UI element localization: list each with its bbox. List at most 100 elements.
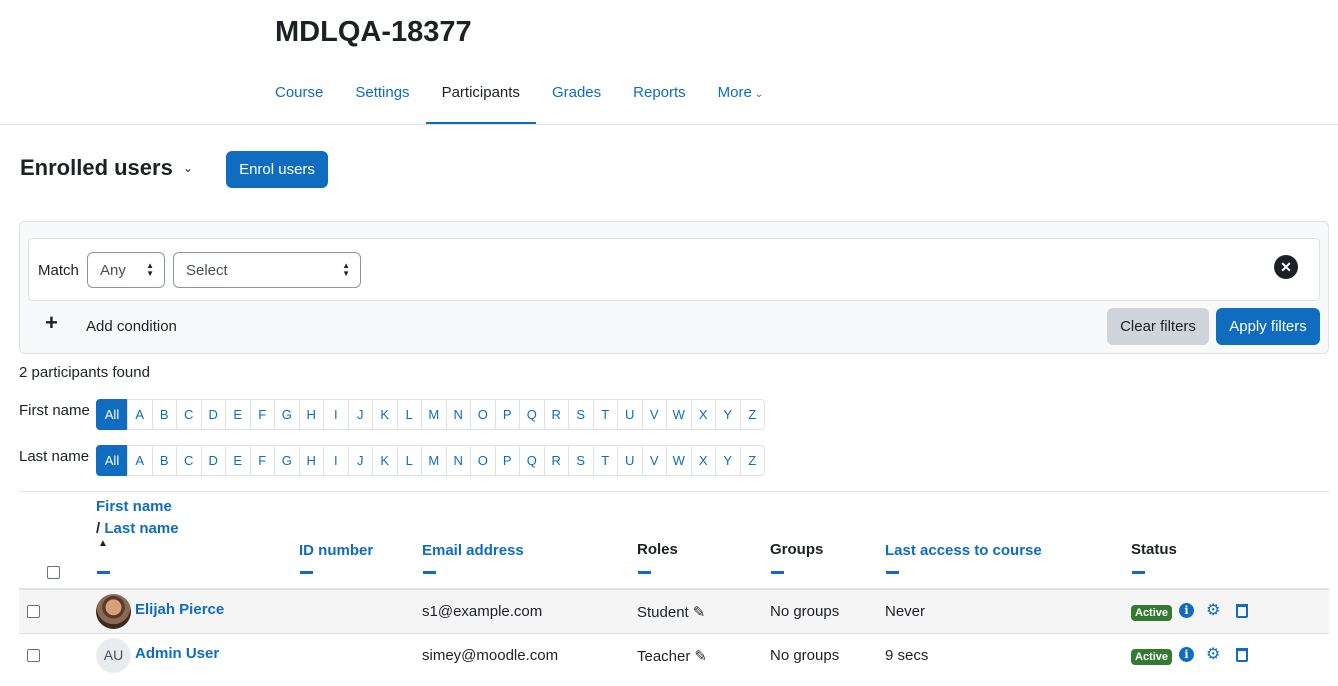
collapse-column-icon[interactable] — [638, 571, 651, 574]
initial-letter[interactable]: Y — [715, 399, 741, 430]
initial-letter[interactable]: X — [690, 445, 716, 476]
trash-icon[interactable] — [1236, 648, 1248, 662]
initial-letter[interactable]: G — [274, 399, 300, 430]
row-checkbox[interactable] — [27, 649, 40, 662]
initial-letter[interactable]: N — [445, 399, 471, 430]
collapse-column-icon[interactable] — [886, 571, 899, 574]
initial-all[interactable]: All — [96, 399, 128, 430]
initial-letter[interactable]: P — [494, 445, 520, 476]
remove-filter-icon[interactable]: ✕ — [1274, 255, 1298, 279]
role-cell: Teacher ✎ — [637, 647, 707, 665]
initial-letter[interactable]: I — [323, 399, 349, 430]
initial-letter[interactable]: C — [176, 445, 202, 476]
initial-letter[interactable]: H — [298, 445, 324, 476]
initial-letter[interactable]: B — [151, 399, 177, 430]
initial-letter[interactable]: H — [298, 399, 324, 430]
initial-letter[interactable]: Z — [739, 399, 765, 430]
initial-letter[interactable]: L — [396, 445, 422, 476]
role-cell: Student ✎ — [637, 603, 705, 621]
initial-letter[interactable]: T — [592, 399, 618, 430]
sort-last-name[interactable]: Last name — [104, 520, 178, 537]
row-checkbox[interactable] — [27, 605, 40, 618]
info-icon[interactable]: i — [1179, 603, 1194, 618]
initial-letter[interactable]: D — [200, 445, 226, 476]
initial-letter[interactable]: X — [690, 399, 716, 430]
select-all-checkbox[interactable] — [47, 566, 60, 579]
initial-all[interactable]: All — [96, 445, 128, 476]
groups-header: Groups — [770, 541, 824, 558]
initial-letter[interactable]: K — [372, 445, 398, 476]
collapse-column-icon[interactable] — [1132, 571, 1145, 574]
info-icon[interactable]: i — [1179, 647, 1194, 662]
tab-settings[interactable]: Settings — [339, 70, 425, 125]
collapse-column-icon[interactable] — [771, 571, 784, 574]
initial-letter[interactable]: N — [445, 445, 471, 476]
initial-letter[interactable]: R — [543, 445, 569, 476]
tab-grades[interactable]: Grades — [536, 70, 617, 125]
gear-icon[interactable]: ⚙ — [1206, 600, 1220, 620]
initial-letter[interactable]: S — [568, 399, 594, 430]
pencil-icon[interactable]: ✎ — [694, 648, 707, 665]
initial-letter[interactable]: S — [568, 445, 594, 476]
initial-letter[interactable]: Z — [739, 445, 765, 476]
sort-email[interactable]: Email address — [422, 542, 524, 559]
participant-name-link[interactable]: Admin User — [135, 645, 219, 662]
initial-letter[interactable]: V — [641, 399, 667, 430]
tab-reports[interactable]: Reports — [617, 70, 702, 125]
participant-name-link[interactable]: Elijah Pierce — [135, 601, 224, 618]
initial-letter[interactable]: W — [666, 445, 692, 476]
filter-type-select[interactable]: Select ▲ ▼ — [173, 252, 361, 288]
initial-letter[interactable]: E — [225, 399, 251, 430]
collapse-column-icon[interactable] — [423, 571, 436, 574]
apply-filters-button[interactable]: Apply filters — [1216, 308, 1320, 345]
tab-course[interactable]: Course — [259, 70, 339, 125]
initial-letter[interactable]: O — [470, 399, 496, 430]
sort-first-name[interactable]: First name — [96, 498, 172, 515]
add-condition-button[interactable]: Add condition — [86, 318, 177, 335]
initial-letter[interactable]: D — [200, 399, 226, 430]
sort-last-access[interactable]: Last access to course — [885, 542, 1042, 559]
initial-letter[interactable]: F — [249, 445, 275, 476]
initial-letter[interactable]: M — [421, 399, 447, 430]
match-select[interactable]: Any ▲ ▼ — [87, 252, 165, 288]
tab-participants[interactable]: Participants — [425, 70, 536, 125]
clear-filters-button[interactable]: Clear filters — [1107, 308, 1209, 345]
initial-letter[interactable]: O — [470, 445, 496, 476]
initial-letter[interactable]: J — [347, 445, 373, 476]
collapse-column-icon[interactable] — [97, 571, 110, 574]
initial-letter[interactable]: A — [127, 445, 153, 476]
initial-letter[interactable]: A — [127, 399, 153, 430]
initial-letter[interactable]: V — [641, 445, 667, 476]
initial-letter[interactable]: C — [176, 399, 202, 430]
initial-letter[interactable]: M — [421, 445, 447, 476]
initial-letter[interactable]: E — [225, 445, 251, 476]
initial-letter[interactable]: U — [617, 399, 643, 430]
trash-icon[interactable] — [1236, 604, 1248, 618]
initial-letter[interactable]: R — [543, 399, 569, 430]
tab-label: Grades — [551, 84, 602, 101]
initial-letter[interactable]: B — [151, 445, 177, 476]
initial-letter[interactable]: P — [494, 399, 520, 430]
initial-letter[interactable]: L — [396, 399, 422, 430]
last-name-initials-label: Last name — [19, 448, 90, 465]
initial-letter[interactable]: Q — [519, 399, 545, 430]
initial-letter[interactable]: U — [617, 445, 643, 476]
sort-id-number[interactable]: ID number — [299, 542, 373, 559]
gear-icon[interactable]: ⚙ — [1206, 644, 1220, 664]
initial-letter[interactable]: T — [592, 445, 618, 476]
page-heading-dropdown[interactable]: Enrolled users ⌄ — [20, 155, 193, 181]
enrol-users-button[interactable]: Enrol users — [226, 151, 328, 188]
initial-letter[interactable]: Y — [715, 445, 741, 476]
initial-letter[interactable]: G — [274, 445, 300, 476]
initial-letter[interactable]: J — [347, 399, 373, 430]
collapse-column-icon[interactable] — [300, 571, 313, 574]
pencil-icon[interactable]: ✎ — [693, 604, 706, 621]
initial-letter[interactable]: F — [249, 399, 275, 430]
initial-letter[interactable]: K — [372, 399, 398, 430]
chevron-down-icon: ⌄ — [182, 161, 193, 175]
tab-more[interactable]: More ⌄ — [702, 70, 780, 125]
initial-letter[interactable]: W — [666, 399, 692, 430]
initial-letter[interactable]: Q — [519, 445, 545, 476]
initial-letter[interactable]: I — [323, 445, 349, 476]
plus-icon[interactable]: + — [45, 310, 58, 336]
